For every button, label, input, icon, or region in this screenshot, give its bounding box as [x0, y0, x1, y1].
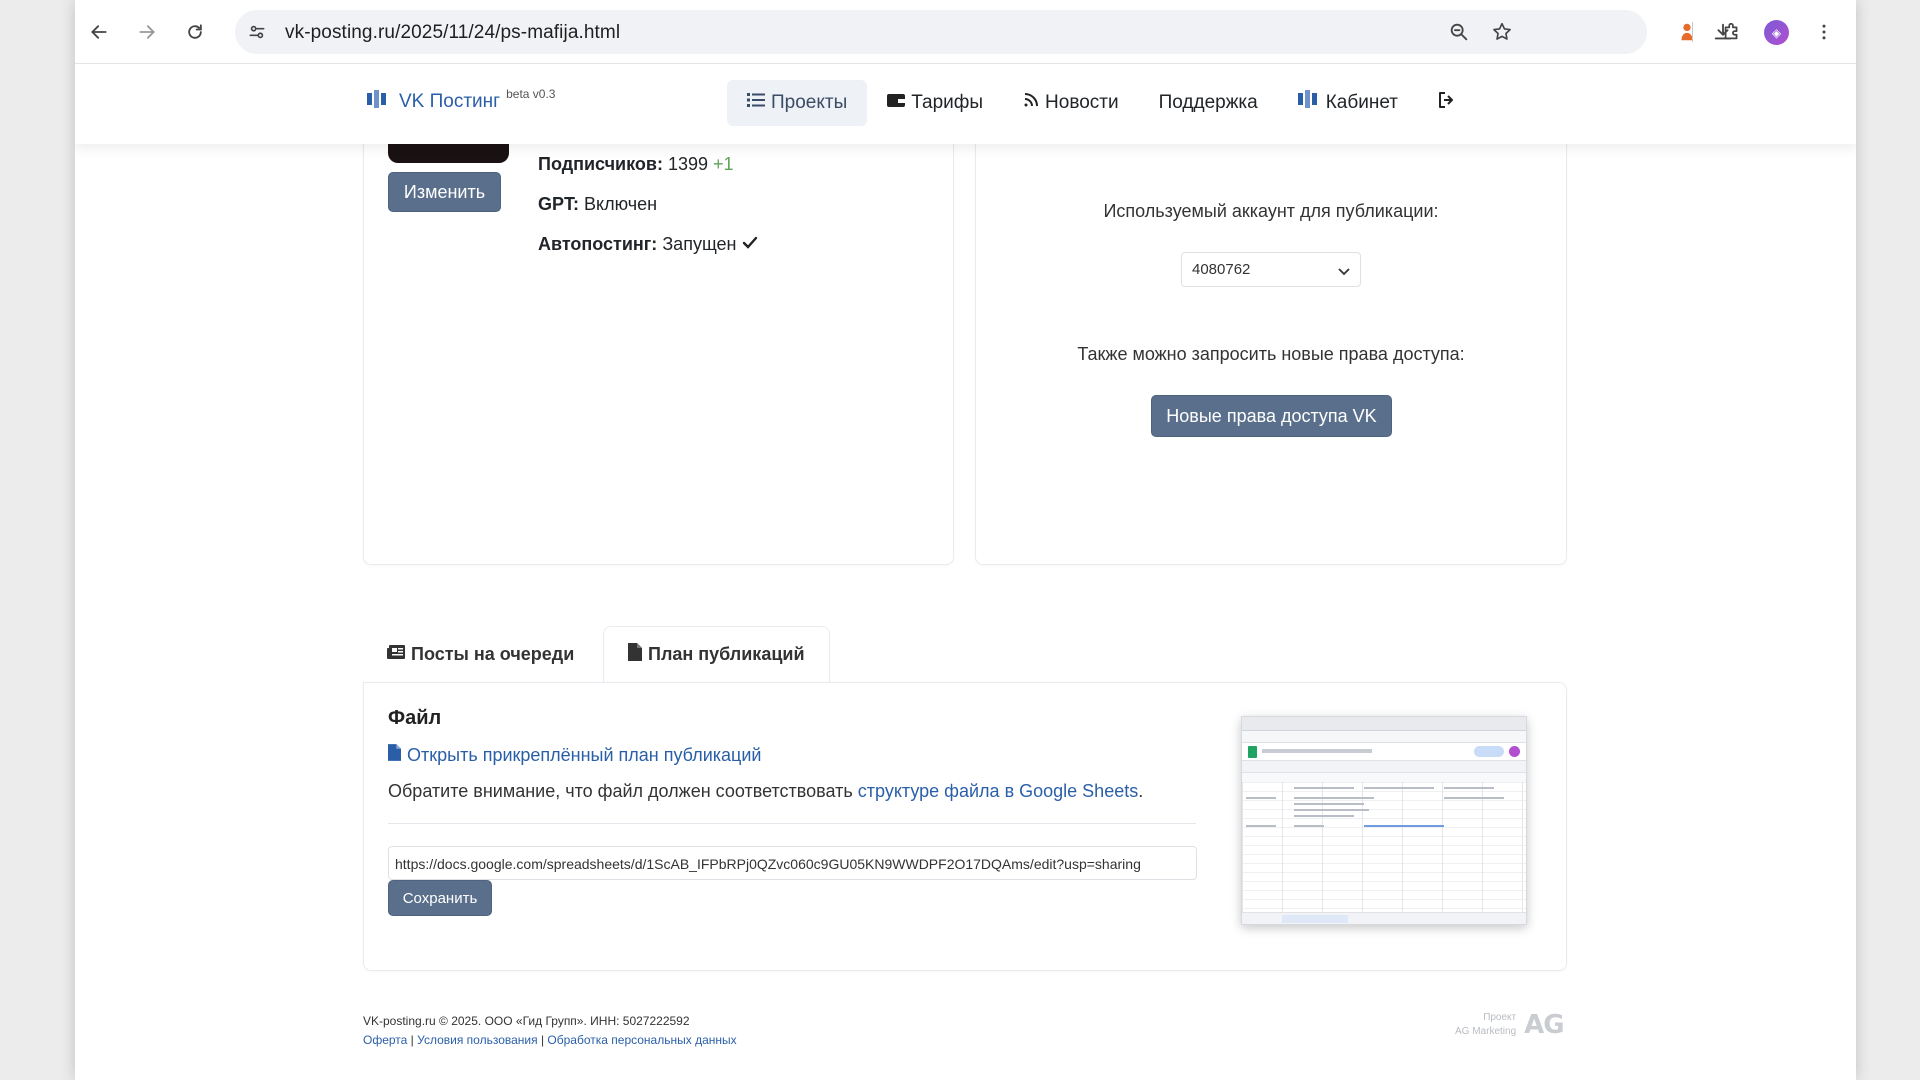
- browser-toolbar: vk-posting.ru/2025/11/24/ps-mafija.html …: [75, 0, 1856, 64]
- sheet-url-input[interactable]: https://docs.google.com/spreadsheets/d/1…: [388, 846, 1197, 880]
- reload-icon[interactable]: [179, 16, 211, 48]
- note-suffix: .: [1138, 781, 1144, 801]
- download-icon[interactable]: [1707, 16, 1739, 48]
- list-icon: [747, 92, 765, 114]
- gpt-label: GPT:: [538, 194, 580, 214]
- brand-name[interactable]: VK Постинг: [399, 91, 500, 113]
- edit-button[interactable]: Изменить: [388, 172, 501, 212]
- forward-icon[interactable]: [131, 16, 163, 48]
- open-plan-link-label: Открыть прикреплённый план публикаций: [407, 744, 762, 765]
- address-bar[interactable]: vk-posting.ru/2025/11/24/ps-mafija.html: [235, 10, 1647, 54]
- account-select[interactable]: 4080762: [1181, 252, 1361, 287]
- browser-window: vk-posting.ru/2025/11/24/ps-mafija.html …: [75, 0, 1856, 1080]
- autopost-info: Автопостинг: Запущен: [538, 234, 758, 255]
- divider: [388, 823, 1196, 824]
- brand-logo-icon: [367, 90, 389, 113]
- menu-item-label: Новости: [1045, 92, 1119, 113]
- tab-publication-plan[interactable]: План публикаций: [603, 626, 830, 682]
- extension-icon[interactable]: [1671, 16, 1703, 48]
- footer-separator: |: [537, 1033, 548, 1047]
- note-text: Обратите внимание, что файл должен соотв…: [388, 781, 858, 801]
- save-button[interactable]: Сохранить: [388, 880, 492, 916]
- tab-label: План публикаций: [648, 644, 805, 664]
- newspaper-icon: [387, 644, 405, 665]
- tab-posts-queue[interactable]: Посты на очереди: [363, 626, 598, 682]
- account-select-value: 4080762: [1192, 261, 1251, 278]
- project-label: Проект: [1483, 1012, 1517, 1023]
- autopost-label: Автопостинг:: [538, 234, 658, 254]
- menu-item-label: Кабинет: [1325, 92, 1398, 113]
- file-icon: [388, 744, 401, 766]
- autopost-value: Запущен: [662, 234, 737, 254]
- menu-item-label: Тарифы: [911, 92, 984, 113]
- subscribers-info: Подписчиков: 1399 +1: [538, 154, 734, 175]
- cabinet-logo-icon: [1297, 90, 1320, 116]
- ag-marketing-brand[interactable]: Проект AG Marketing AG: [1455, 1010, 1565, 1040]
- wallet-icon: [887, 92, 906, 114]
- footer-links: Оферта | Условия пользования | Обработка…: [363, 1033, 737, 1047]
- subscribers-label: Подписчиков:: [538, 154, 663, 174]
- subscribers-delta: +1: [713, 154, 734, 174]
- profile-avatar-icon[interactable]: ◈: [1764, 20, 1789, 45]
- url-text[interactable]: vk-posting.ru/2025/11/24/ps-mafija.html: [285, 22, 620, 44]
- tab-label: Посты на очереди: [411, 643, 575, 664]
- account-card: [975, 100, 1567, 565]
- open-plan-link[interactable]: Открыть прикреплённый план публикаций: [388, 744, 761, 766]
- chevron-down-icon: [1338, 263, 1350, 280]
- structure-note: Обратите внимание, что файл должен соотв…: [388, 781, 1143, 802]
- menu-item-cabinet[interactable]: Кабинет: [1278, 80, 1418, 126]
- menu-item-label: Поддержка: [1158, 92, 1258, 113]
- subscribers-value: 1399: [667, 154, 709, 174]
- gpt-info: GPT: Включен: [538, 194, 657, 215]
- menu-item-projects[interactable]: Проекты: [727, 80, 868, 126]
- footer-copyright: VK-posting.ru © 2025. ООО «Гид Групп». И…: [363, 1014, 690, 1028]
- sign-out-icon: [1438, 91, 1456, 115]
- account-label: Используемый аккаунт для публикации:: [1103, 201, 1439, 221]
- file-heading: Файл: [388, 707, 442, 729]
- footer-link-privacy[interactable]: Обработка персональных данных: [547, 1033, 736, 1047]
- menu-item-news[interactable]: Новости: [1003, 80, 1139, 126]
- menu-item-label: Проекты: [771, 92, 848, 113]
- company-label: AG Marketing: [1455, 1026, 1517, 1037]
- toolbar-divider: [1692, 22, 1693, 42]
- new-vk-rights-button[interactable]: Новые права доступа VK: [1151, 395, 1392, 437]
- bookmark-star-icon[interactable]: [1490, 20, 1514, 44]
- menu-item-tariffs[interactable]: Тарифы: [867, 80, 1003, 126]
- footer-link-terms[interactable]: Условия пользования: [417, 1033, 538, 1047]
- site-settings-icon[interactable]: [245, 20, 269, 44]
- back-icon[interactable]: [83, 16, 115, 48]
- file-icon: [628, 643, 642, 666]
- brand[interactable]: VK Постинг beta v0.3: [367, 86, 556, 113]
- sheet-preview-image: [1241, 716, 1527, 925]
- gpt-value: Включен: [584, 194, 658, 214]
- logout-button[interactable]: [1418, 80, 1476, 126]
- zoom-icon[interactable]: [1447, 20, 1471, 44]
- ag-logo: AG: [1524, 1010, 1564, 1040]
- structure-link[interactable]: структуре файла в Google Sheets: [858, 781, 1138, 801]
- browser-menu-icon[interactable]: [1808, 16, 1840, 48]
- rights-text: Также можно запросить новые права доступ…: [1077, 344, 1465, 364]
- footer-separator: |: [407, 1033, 418, 1047]
- check-icon: [742, 234, 758, 254]
- footer-link-offer[interactable]: Оферта: [363, 1033, 407, 1047]
- rss-icon: [1023, 92, 1039, 114]
- main-menu: Проекты Тарифы Новости Поддержка Кабинет: [727, 80, 1476, 126]
- site-navbar: VK Постинг beta v0.3 Проекты Тарифы Ново…: [75, 64, 1856, 144]
- brand-version: beta v0.3: [506, 86, 556, 101]
- menu-item-support[interactable]: Поддержка: [1139, 80, 1278, 126]
